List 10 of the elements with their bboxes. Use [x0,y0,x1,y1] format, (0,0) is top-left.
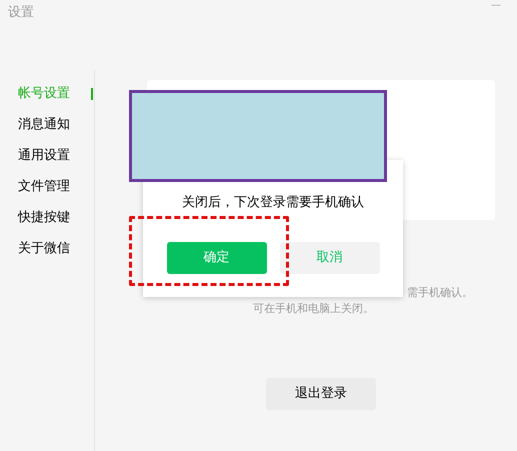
hint-text: 可在手机和电脑上关闭。 [253,301,375,317]
hint-text: 需手机确认。 [406,285,474,301]
sidebar-item[interactable]: 关于微信 [0,238,70,258]
sidebar-item[interactable]: 快捷按键 [0,208,70,228]
sidebar-item[interactable]: 文件管理 [0,176,70,196]
logout-button[interactable]: 退出登录 [266,378,376,410]
sidebar-item[interactable]: 通用设置 [0,146,70,166]
dialog-message: 关闭后，下次登录需要手机确认 [182,194,364,212]
window-title: 设置 [8,4,34,22]
sidebar-item[interactable]: 消息通知 [0,114,70,134]
